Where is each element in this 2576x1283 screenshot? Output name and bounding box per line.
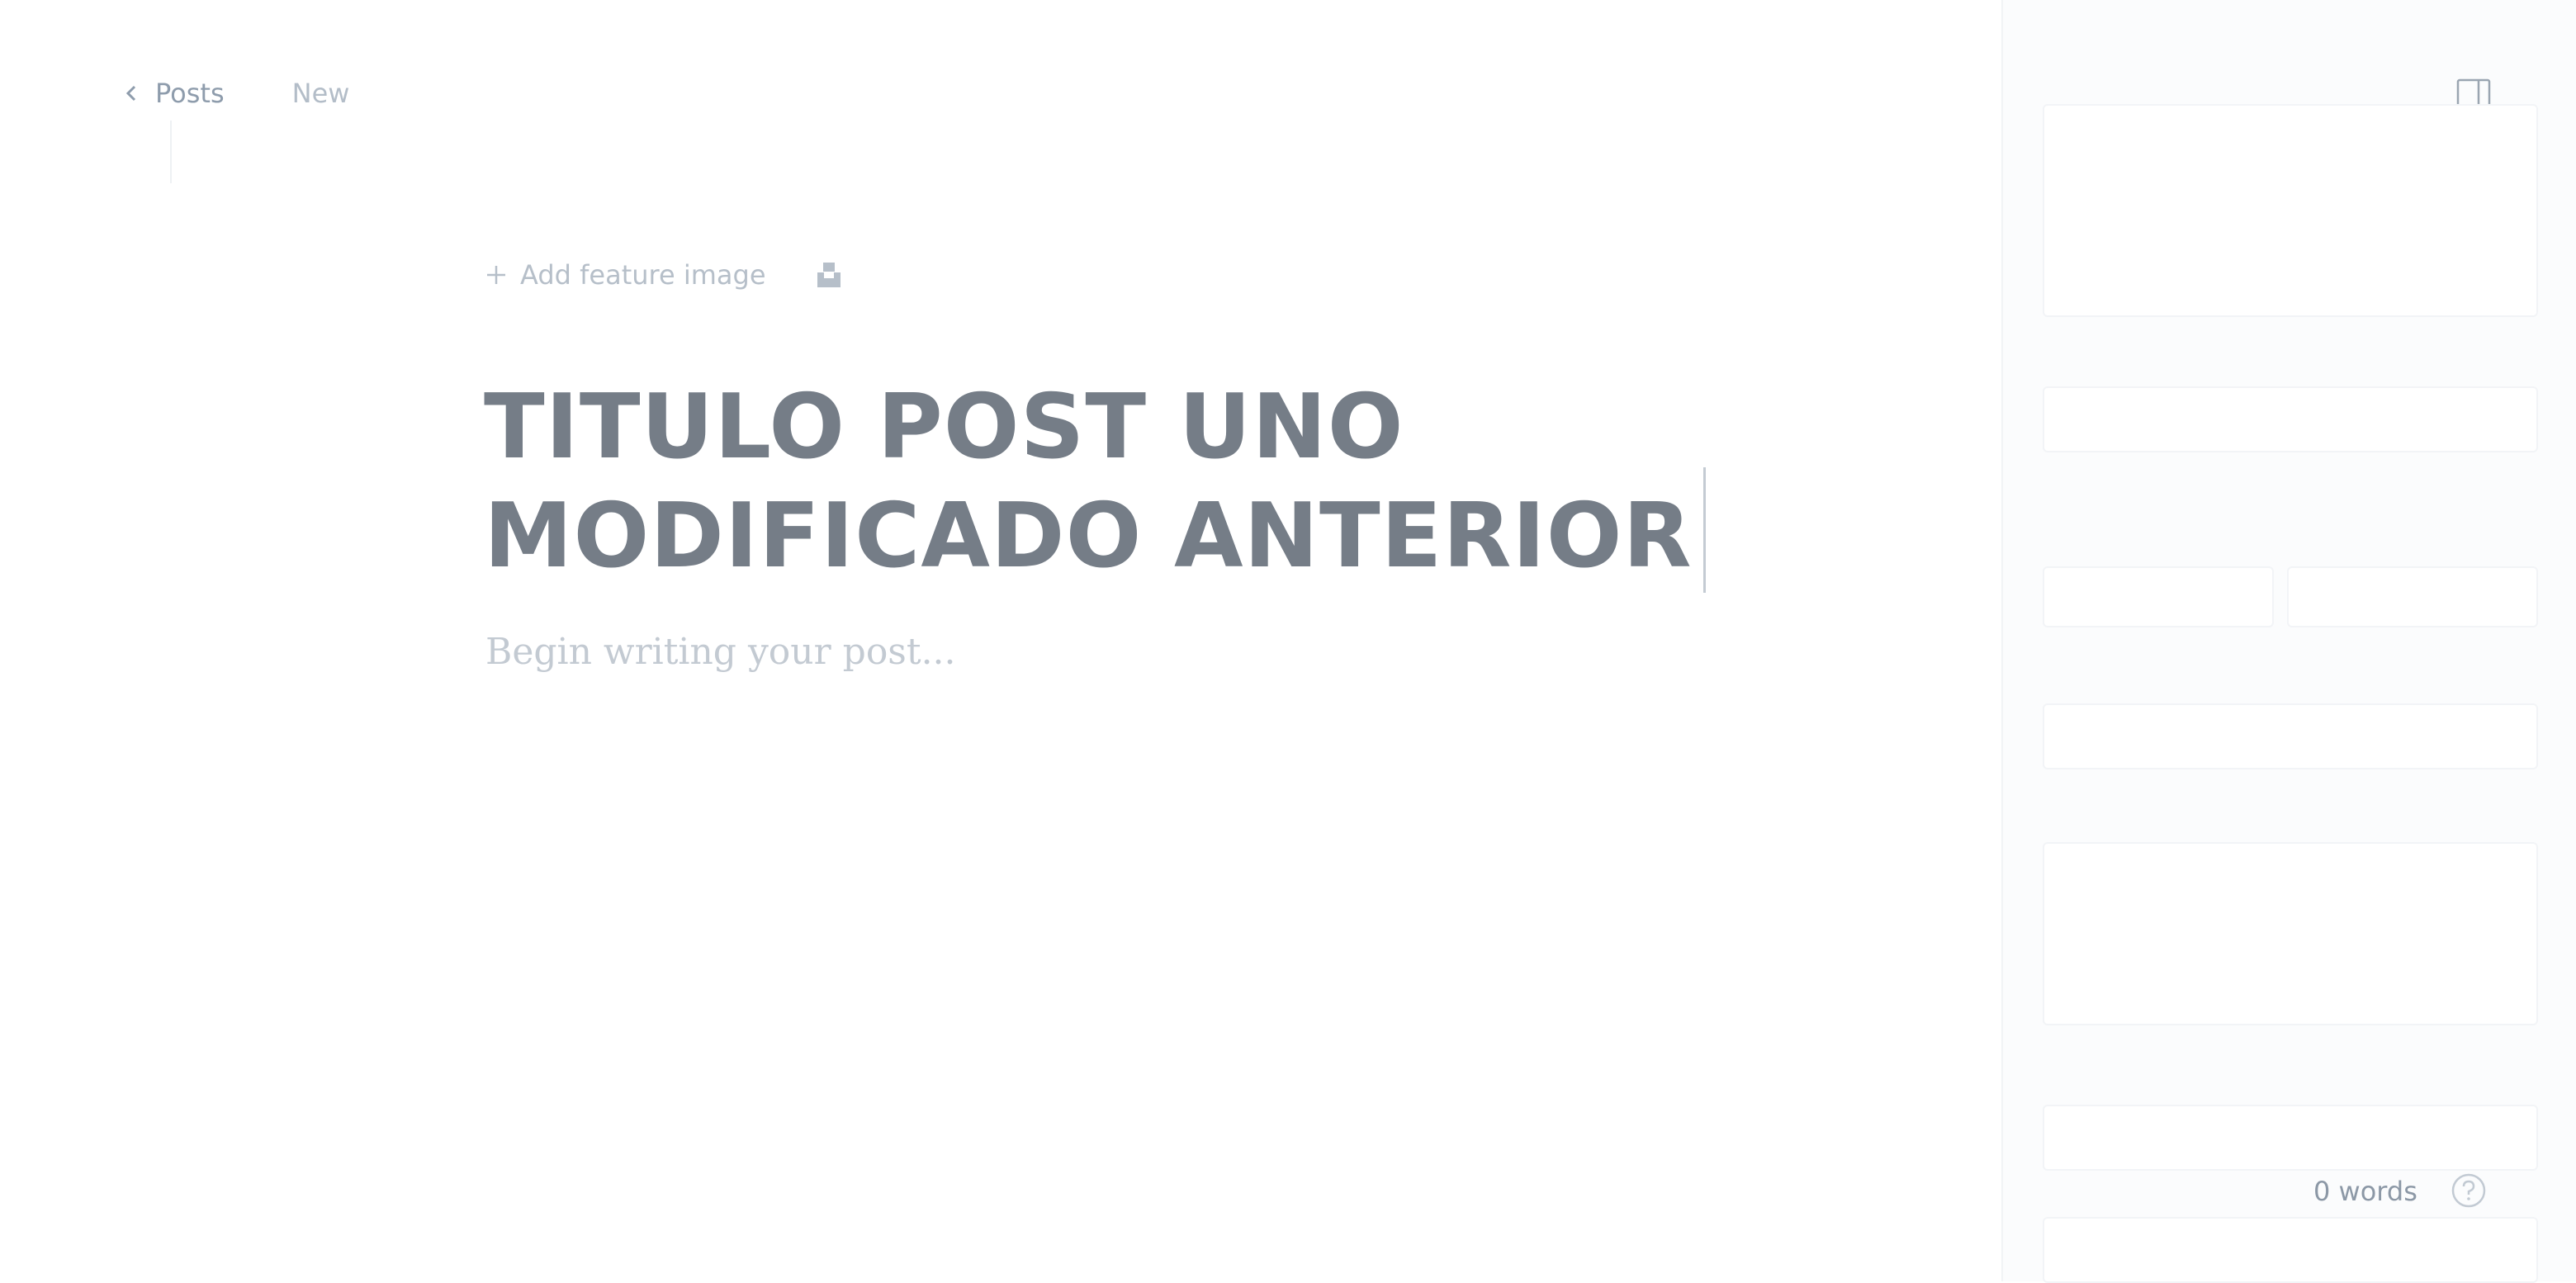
word-count: 0 words [2313, 1176, 2417, 1207]
authors-field[interactable] [2043, 1105, 2538, 1171]
feature-image-row: Add feature image [484, 259, 844, 291]
help-icon[interactable] [2451, 1172, 2487, 1209]
add-feature-image-button[interactable]: Add feature image [520, 259, 766, 291]
breadcrumb: Posts New [121, 78, 349, 109]
post-settings-sidebar: 0 words [2001, 0, 2576, 1283]
excerpt-field[interactable] [2043, 842, 2538, 1025]
post-url-field[interactable] [2043, 386, 2538, 452]
publish-time-field[interactable] [2287, 566, 2538, 627]
unsplash-icon[interactable] [814, 259, 844, 291]
text-caret [1703, 467, 1706, 593]
tags-field[interactable] [2043, 703, 2538, 769]
feature-image-upload-box[interactable] [2043, 104, 2538, 317]
editor-pane: Posts New Add feature image TITULO POST … [0, 0, 2001, 1281]
publish-date-field[interactable] [2043, 566, 2274, 627]
post-status: New [291, 78, 350, 109]
settings-bottom-card[interactable] [2043, 1217, 2538, 1283]
divider [170, 121, 172, 183]
back-to-posts-link[interactable]: Posts [155, 78, 225, 109]
chevron-left-icon[interactable] [121, 83, 142, 104]
post-body-editor[interactable]: Begin writing your post... [485, 631, 956, 673]
post-title-input[interactable]: TITULO POST UNO MODIFICADO ANTERIOR [484, 373, 1722, 591]
plus-icon[interactable] [484, 263, 509, 287]
